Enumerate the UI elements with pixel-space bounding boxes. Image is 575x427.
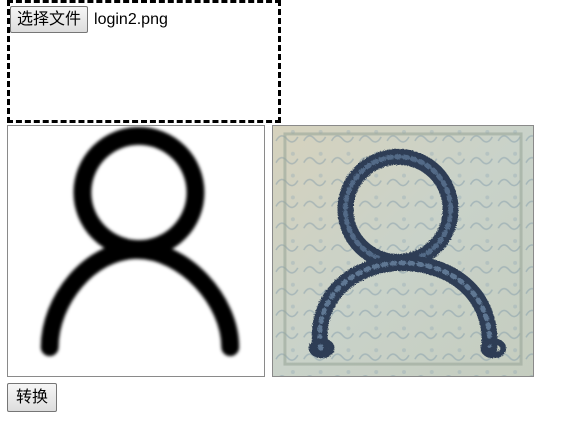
user-profile-icon bbox=[40, 126, 240, 357]
selected-file-name: login2.png bbox=[94, 10, 168, 28]
choose-file-button[interactable]: 选择文件 bbox=[10, 6, 89, 33]
result-image-preview bbox=[272, 125, 534, 377]
file-drop-zone[interactable]: 选择文件 login2.png bbox=[7, 0, 281, 123]
file-input[interactable]: 选择文件 login2.png bbox=[10, 6, 168, 33]
source-image-preview bbox=[7, 125, 265, 377]
convert-button[interactable]: 转换 bbox=[7, 383, 58, 412]
user-profile-stylized-icon bbox=[273, 126, 533, 376]
